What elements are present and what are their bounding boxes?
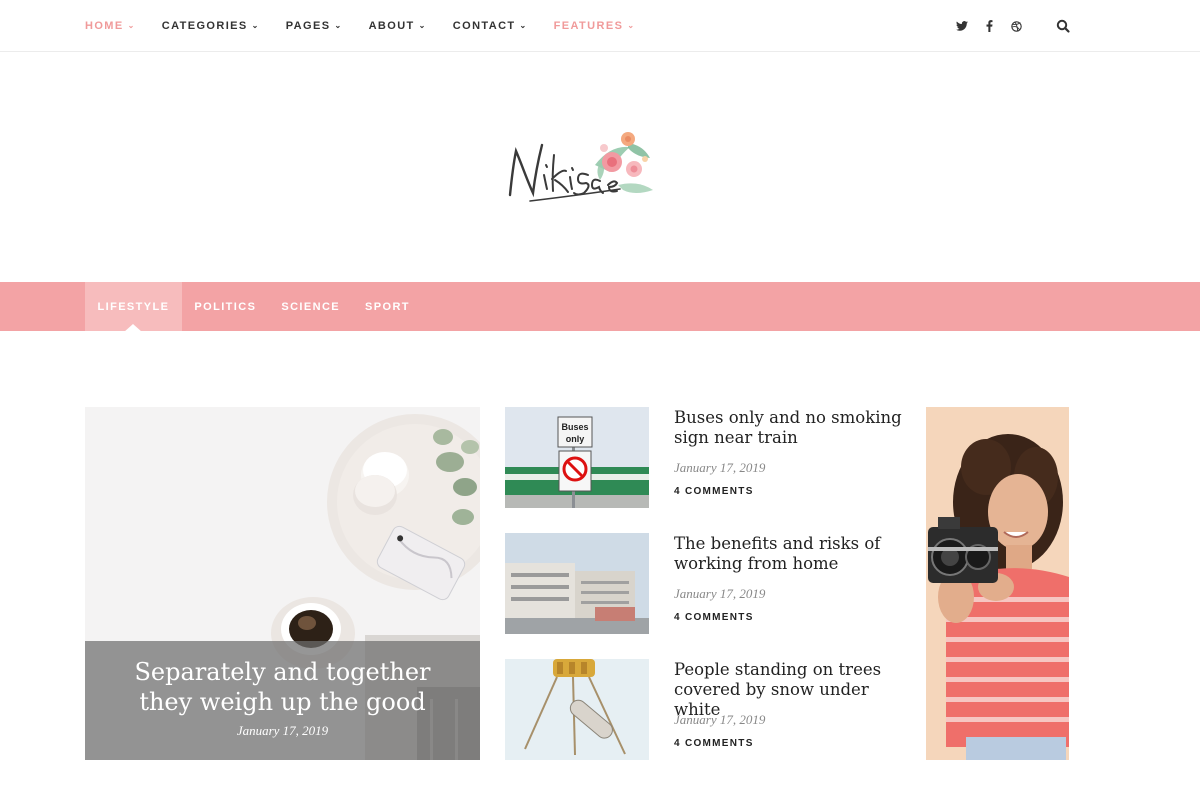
menu-item-label: FEATURES	[553, 20, 624, 32]
post-title[interactable]: The benefits and risks of working from h…	[674, 534, 904, 574]
chevron-down-icon: ⌄	[127, 20, 136, 30]
post-comments-link[interactable]: 4 COMMENTS	[674, 612, 754, 623]
top-navigation: HOME ⌄ CATEGORIES ⌄ PAGES ⌄ ABOUT ⌄ CONTACT ⌄…	[0, 0, 1200, 52]
social-links	[955, 0, 1036, 52]
dribbble-icon[interactable]	[1009, 19, 1023, 33]
menu-item-label: HOME	[85, 20, 124, 32]
chevron-down-icon: ⌄	[418, 20, 427, 30]
svg-text:only: only	[566, 434, 585, 444]
post-title[interactable]: Buses only and no smoking sign near trai…	[674, 408, 904, 448]
twitter-icon[interactable]	[955, 19, 969, 33]
post-title[interactable]: People standing on trees covered by snow…	[674, 660, 904, 720]
category-tabs: LIFESTYLE POLITICS SCIENCE SPORT	[85, 282, 423, 332]
post-thumbnail[interactable]	[505, 659, 649, 760]
category-bar: LIFESTYLE POLITICS SCIENCE SPORT	[0, 282, 1200, 332]
menu-item-features[interactable]: FEATURES ⌄	[554, 20, 636, 32]
post-comments-link[interactable]: 4 COMMENTS	[674, 738, 754, 749]
menu-item-label: ABOUT	[368, 20, 415, 32]
list-item: People standing on trees covered by snow…	[505, 659, 905, 760]
featured-date: January 17, 2019	[236, 723, 329, 738]
menu-item-label: PAGES	[285, 20, 331, 32]
list-item: The benefits and risks of working from h…	[505, 533, 905, 634]
post-thumbnail[interactable]: Buses only	[505, 407, 649, 508]
menu-item-categories[interactable]: CATEGORIES ⌄	[162, 20, 260, 32]
search-icon[interactable]	[1055, 18, 1071, 34]
facebook-icon[interactable]	[982, 19, 996, 33]
menu-item-label: CATEGORIES	[161, 20, 248, 32]
post-date: January 17, 2019	[674, 460, 766, 475]
featured-title[interactable]: Separately and together they weigh up th…	[85, 657, 480, 717]
list-item: Buses only Buses only and no smoking sig…	[505, 407, 905, 508]
chevron-down-icon: ⌄	[334, 20, 343, 30]
site-logo[interactable]	[500, 125, 660, 210]
post-date: January 17, 2019	[674, 586, 766, 601]
menu-item-label: CONTACT	[452, 20, 516, 32]
side-image[interactable]	[926, 407, 1069, 760]
chevron-down-icon: ⌄	[627, 20, 636, 30]
menu-item-pages[interactable]: PAGES ⌄	[286, 20, 343, 32]
chevron-down-icon: ⌄	[251, 20, 260, 30]
chevron-down-icon: ⌄	[519, 20, 528, 30]
post-thumbnail[interactable]	[505, 533, 649, 634]
post-date: January 17, 2019	[674, 712, 766, 727]
tab-science[interactable]: SCIENCE	[269, 282, 353, 331]
post-comments-link[interactable]: 4 COMMENTS	[674, 486, 754, 497]
menu-item-about[interactable]: ABOUT ⌄	[369, 20, 427, 32]
tab-politics[interactable]: POLITICS	[182, 282, 269, 331]
main-menu: HOME ⌄ CATEGORIES ⌄ PAGES ⌄ ABOUT ⌄ CONTACT ⌄…	[85, 0, 661, 52]
featured-post[interactable]: Separately and together they weigh up th…	[85, 407, 480, 760]
menu-item-contact[interactable]: CONTACT ⌄	[453, 20, 528, 32]
menu-item-home[interactable]: HOME ⌄	[85, 20, 136, 32]
tab-lifestyle[interactable]: LIFESTYLE	[85, 282, 182, 332]
featured-caption: Separately and together they weigh up th…	[85, 641, 480, 760]
svg-text:Buses: Buses	[561, 422, 588, 432]
tab-sport[interactable]: SPORT	[353, 282, 423, 331]
